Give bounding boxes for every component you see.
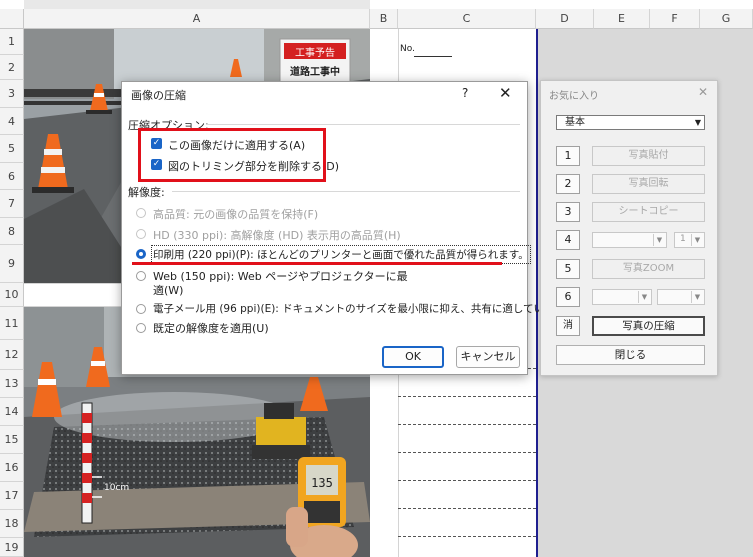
select-all-corner[interactable] <box>0 9 24 29</box>
row-header-4[interactable]: 4 <box>0 108 24 135</box>
row-header-2[interactable]: 2 <box>0 55 24 80</box>
row-header-7[interactable]: 7 <box>0 190 24 218</box>
dashed-row-line <box>398 424 536 425</box>
slot-1-button[interactable]: 1 <box>556 146 580 166</box>
sheet-copy-button: シートコピー <box>592 202 705 222</box>
section-divider <box>206 124 520 125</box>
dashed-row-line <box>398 508 536 509</box>
row-header-15[interactable]: 15 <box>0 426 24 454</box>
slot-6-button[interactable]: 6 <box>556 287 580 307</box>
radio-hd <box>136 229 146 239</box>
radio-print[interactable] <box>136 249 146 259</box>
slot-4-combo-a: ▼ <box>592 232 667 248</box>
slot-4-combo-b-value: 1 <box>680 234 686 244</box>
preset-value: 基本 <box>565 117 585 128</box>
column-header-c[interactable]: C <box>398 9 536 29</box>
chevron-down-icon: ▼ <box>691 291 703 303</box>
favorites-close-icon[interactable]: ✕ <box>698 85 708 99</box>
chevron-down-icon: ▼ <box>691 234 703 246</box>
slot-4-combo-b: 1 ▼ <box>674 232 705 248</box>
slot-3-button[interactable]: 3 <box>556 202 580 222</box>
option-hd: HD (330 ppi): 高解像度 (HD) 表示用の高品質(H) <box>153 229 401 242</box>
slot-6-combo-a: ▼ <box>592 289 652 305</box>
option-email[interactable]: 電子メール用 (96 ppi)(E): ドキュメントのサイズを最小限に抑え、共有… <box>153 301 575 316</box>
row-header-6[interactable]: 6 <box>0 163 24 190</box>
highlight-underline-print <box>132 262 502 265</box>
slot-6-combo-b: ▼ <box>657 289 705 305</box>
row-header-11[interactable]: 11 <box>0 307 24 340</box>
row-header-8[interactable]: 8 <box>0 218 24 245</box>
dashed-row-line <box>398 396 536 397</box>
thermo-value: 135 <box>311 476 333 490</box>
help-button[interactable]: ? <box>462 86 468 100</box>
dialog-title: 画像の圧縮 <box>131 89 186 102</box>
no-underline <box>414 56 452 57</box>
slot-4-button[interactable]: 4 <box>556 230 580 250</box>
row-header-3[interactable]: 3 <box>0 80 24 108</box>
option-web[interactable]: Web (150 ppi): Web ページやプロジェクターに最 <box>153 268 408 284</box>
close-icon[interactable]: ✕ <box>499 84 512 102</box>
preset-select[interactable]: 基本 ▼ <box>556 115 705 130</box>
photo-label-10cm: 10cm <box>104 483 129 493</box>
row-header-13[interactable]: 13 <box>0 370 24 398</box>
radio-web[interactable] <box>136 271 146 281</box>
close-panel-button[interactable]: 閉じる <box>556 345 705 365</box>
resolution-label: 解像度: <box>128 186 165 199</box>
row-header-14[interactable]: 14 <box>0 398 24 426</box>
column-header-e[interactable]: E <box>594 9 650 29</box>
chevron-down-icon: ▼ <box>694 118 701 127</box>
cancel-button[interactable]: キャンセル <box>456 346 520 368</box>
favorites-panel: お気に入り ✕ 基本 ▼ 1 写真貼付 2 写真回転 3 シートコピー 4 ▼ … <box>540 80 718 376</box>
column-header-g[interactable]: G <box>700 9 753 29</box>
option-default-resolution[interactable]: 既定の解像度を適用(U) <box>153 320 269 336</box>
row-header-16[interactable]: 16 <box>0 454 24 482</box>
radio-default-resolution[interactable] <box>136 323 146 333</box>
clear-button[interactable]: 消 <box>556 316 580 336</box>
cell-c1[interactable]: No. <box>400 44 415 54</box>
column-header-a[interactable]: A <box>24 9 370 29</box>
section-divider-2 <box>172 191 520 192</box>
favorites-title: お気に入り <box>549 91 599 102</box>
photo-zoom-button: 写真ZOOM <box>592 259 705 279</box>
top-strip-photo <box>24 0 370 9</box>
option-high-fidelity: 高品質: 元の画像の品質を保持(F) <box>153 208 319 221</box>
compress-photo-button[interactable]: 写真の圧縮 <box>592 316 705 336</box>
row-header-12[interactable]: 12 <box>0 340 24 370</box>
slot-2-button[interactable]: 2 <box>556 174 580 194</box>
radio-high-fidelity <box>136 208 146 218</box>
sign-text-1: 工事予告 <box>295 46 335 59</box>
row-header-1[interactable]: 1 <box>0 29 24 55</box>
row-header-9[interactable]: 9 <box>0 245 24 283</box>
paste-photo-button: 写真貼付 <box>592 146 705 166</box>
page-break-line <box>536 29 538 557</box>
column-header-f[interactable]: F <box>650 9 700 29</box>
radio-email[interactable] <box>136 304 146 314</box>
highlight-box-checkboxes <box>138 128 326 182</box>
sign-text-2: 道路工事中 <box>290 65 340 78</box>
rotate-photo-button: 写真回転 <box>592 174 705 194</box>
column-header-d[interactable]: D <box>536 9 594 29</box>
row-header-10[interactable]: 10 <box>0 283 24 307</box>
compress-pictures-dialog: 画像の圧縮 ? ✕ 圧縮オプション: ✓ この画像だけに適用する(A) ✓ 図の… <box>121 81 575 375</box>
chevron-down-icon: ▼ <box>653 234 665 246</box>
dashed-row-line <box>398 536 536 537</box>
ok-button[interactable]: OK <box>382 346 444 368</box>
row-header-19[interactable]: 19 <box>0 538 24 557</box>
row-header-5[interactable]: 5 <box>0 135 24 163</box>
option-web-line2[interactable]: 適(W) <box>153 282 183 298</box>
column-header-b[interactable]: B <box>370 9 398 29</box>
dashed-row-line <box>398 480 536 481</box>
slot-5-button[interactable]: 5 <box>556 259 580 279</box>
chevron-down-icon: ▼ <box>638 291 650 303</box>
row-header-18[interactable]: 18 <box>0 510 24 538</box>
row-header-17[interactable]: 17 <box>0 482 24 510</box>
dashed-row-line <box>398 452 536 453</box>
